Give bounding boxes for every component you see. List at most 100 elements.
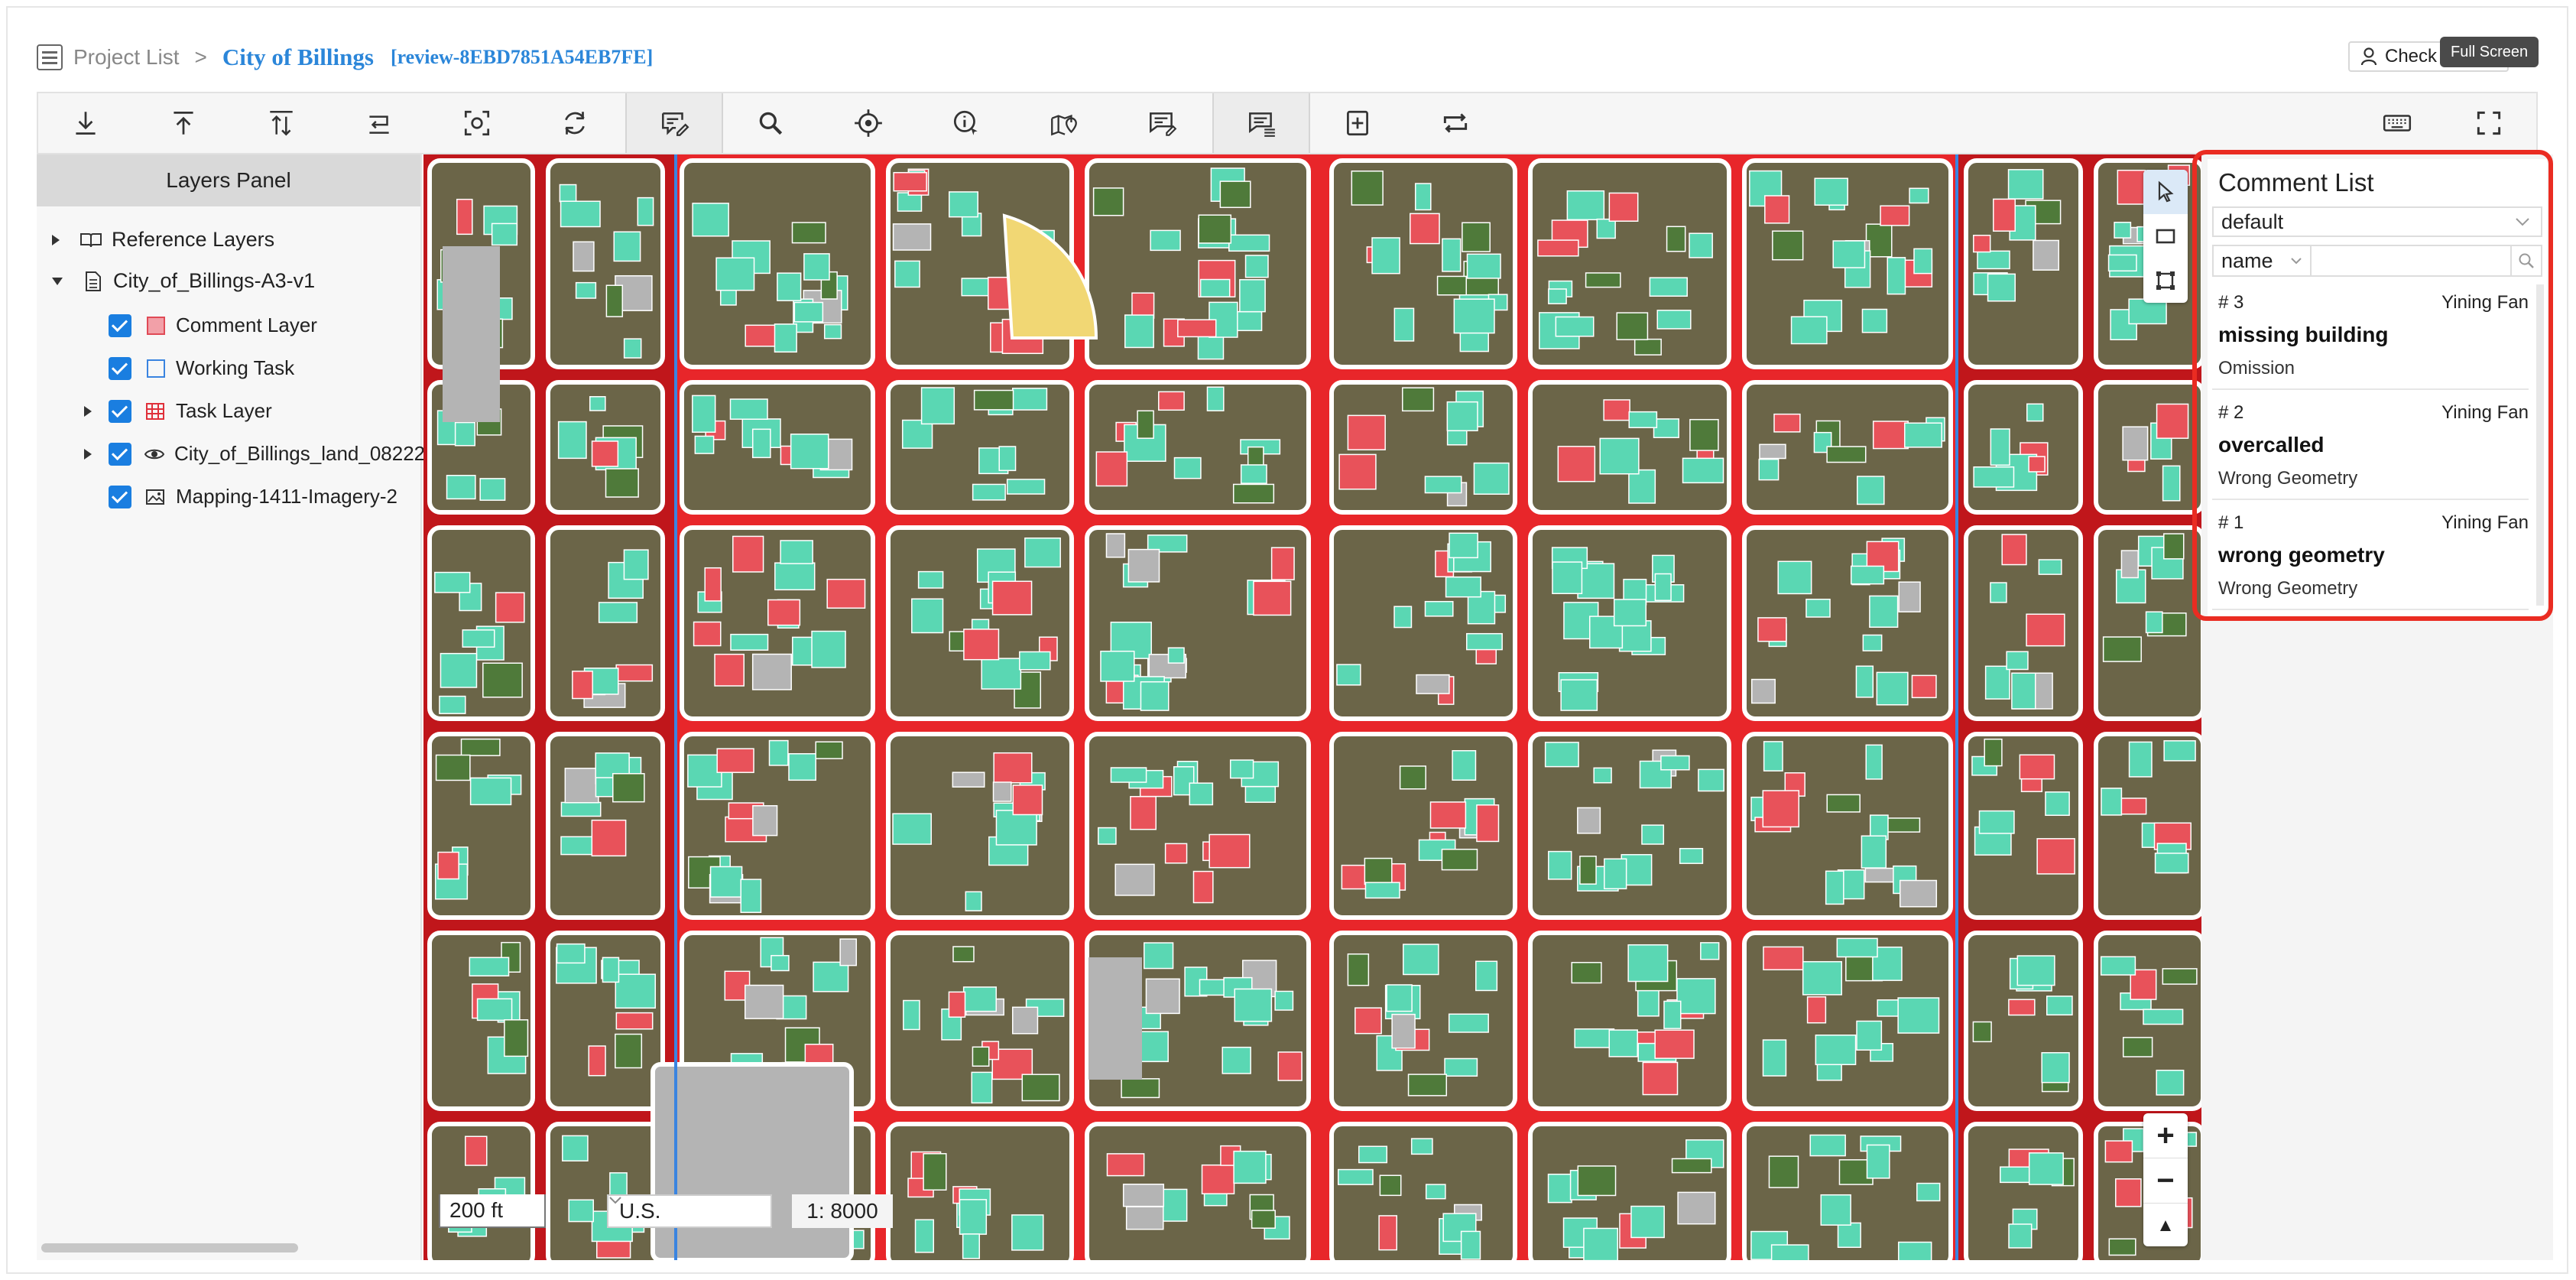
horizontal-scrollbar[interactable]: [41, 1243, 298, 1252]
download-button[interactable]: [38, 93, 133, 153]
map-parcel: [1630, 1205, 1665, 1239]
comment-filter-select[interactable]: default: [2212, 206, 2542, 237]
layer-working-task[interactable]: Working Task: [109, 356, 294, 380]
eye-icon: [144, 449, 165, 459]
expand-arrow-icon[interactable]: [52, 234, 60, 245]
map-parcel: [1358, 1145, 1388, 1164]
fullscreen-button[interactable]: [2441, 93, 2536, 153]
add-box-button[interactable]: [1310, 93, 1405, 153]
map-parcel: [1393, 606, 1413, 629]
upload-download-button[interactable]: [234, 93, 329, 153]
map-parcel: [1880, 205, 1910, 226]
map-parcel: [1466, 632, 1503, 651]
map-parcel: [2117, 169, 2146, 205]
zoom-in-button[interactable]: +: [2143, 1113, 2188, 1158]
map-parcel: [1654, 1029, 1695, 1059]
search-field-select[interactable]: name: [2212, 245, 2312, 277]
map-parcel: [1826, 446, 1867, 463]
map-parcel: [1234, 988, 1273, 1022]
screenshot-button[interactable]: [430, 93, 524, 153]
expand-arrow-icon[interactable]: [84, 448, 92, 460]
map-parcel: [1192, 870, 1214, 904]
keyboard-button[interactable]: [2350, 93, 2445, 153]
compass-button[interactable]: ▲: [2143, 1204, 2188, 1248]
map-view[interactable]: 200 ft U.S. 1: 8000: [423, 154, 2201, 1260]
map-parcel: [1993, 198, 2016, 232]
map-parcel: [1125, 1206, 1164, 1230]
reshape-button[interactable]: [332, 93, 427, 153]
comment-item[interactable]: # 1 Yining Fan wrong geometry Wrong Geom…: [2212, 500, 2529, 610]
map-parcel: [1476, 804, 1500, 843]
map-parcel: [2008, 1223, 2033, 1249]
refresh-button[interactable]: [527, 93, 622, 153]
comment-list-title: Comment List: [2218, 168, 2374, 197]
layer-checkbox[interactable]: [109, 442, 131, 466]
collapse-arrow-icon[interactable]: [52, 277, 63, 285]
map-parcel: [952, 946, 975, 963]
comment-list-button[interactable]: [1212, 93, 1310, 153]
search-button[interactable]: [723, 93, 818, 153]
map-parcel: [1244, 785, 1277, 803]
layer-land[interactable]: City_of_Billings_land_0822202: [84, 442, 447, 466]
map-parcel: [1110, 767, 1147, 783]
map-parcel: [1355, 1007, 1382, 1035]
comment-filter-value: default: [2221, 210, 2284, 233]
comment-search-button[interactable]: [2510, 245, 2542, 277]
map-parcel: [2114, 222, 2132, 239]
layer-group-reference[interactable]: Reference Layers: [52, 228, 274, 252]
map-parcel: [1206, 386, 1225, 411]
map-parcel: [1700, 942, 1720, 960]
layer-task[interactable]: Task Layer: [84, 399, 272, 423]
zoom-out-button[interactable]: −: [2143, 1158, 2188, 1204]
select-tool-button[interactable]: [2143, 170, 2188, 214]
upload-button[interactable]: [136, 93, 231, 153]
map-parcel: [791, 222, 826, 244]
map-parcel: [780, 540, 813, 564]
comment-item[interactable]: # 2 Yining Fan overcalled Wrong Geometry: [2212, 390, 2529, 500]
refresh-icon: [565, 112, 585, 135]
units-select[interactable]: U.S.: [607, 1194, 772, 1228]
map-parcel: [1232, 483, 1275, 504]
breadcrumb-project-list[interactable]: Project List: [73, 45, 180, 70]
map-parcel: [1424, 600, 1454, 617]
locate-button[interactable]: [821, 93, 916, 153]
rectangle-tool-button[interactable]: [2143, 214, 2188, 258]
map-parcel: [729, 398, 768, 420]
screenshot-icon: [464, 110, 490, 136]
map-parcel: [446, 475, 476, 500]
layer-checkbox[interactable]: [109, 356, 131, 380]
map-parcel: [2046, 996, 2073, 1016]
map-parcel: [732, 535, 764, 573]
layer-checkbox[interactable]: [109, 485, 131, 508]
comment-item[interactable]: # 3 Yining Fan missing building Omission: [2212, 280, 2529, 390]
map-parcel: [1660, 755, 1690, 771]
layer-checkbox[interactable]: [109, 314, 131, 337]
layer-checkbox[interactable]: [109, 399, 131, 423]
layer-group-billings[interactable]: City_of_Billings-A3-v1: [52, 269, 315, 293]
project-list-icon[interactable]: [37, 44, 63, 70]
polygon-tool-button[interactable]: [2143, 258, 2188, 303]
map-canvas[interactable]: [423, 154, 2201, 1260]
map-parcel: [2163, 740, 2196, 762]
map-parcel: [1021, 1074, 1060, 1102]
map-parcel: [1770, 1244, 1809, 1260]
comment-edit-button[interactable]: [1114, 93, 1209, 153]
map-parcel: [1913, 248, 1933, 275]
map-parcel: [1916, 1182, 1941, 1202]
expand-arrow-icon[interactable]: [84, 405, 92, 417]
map-parcel: [605, 284, 624, 317]
layer-imagery[interactable]: Mapping-1411-Imagery-2: [109, 485, 397, 508]
map-parcel: [1977, 250, 2010, 270]
info-query-button[interactable]: [919, 93, 1014, 153]
swap-button[interactable]: [1408, 93, 1503, 153]
edit-comment-button[interactable]: [625, 93, 723, 153]
comment-list-scrollbar[interactable]: [2536, 284, 2544, 606]
map-parcel: [826, 578, 866, 609]
map-pin-button[interactable]: [1017, 93, 1111, 153]
map-parcel: [788, 753, 816, 781]
map-parcel: [923, 1153, 947, 1191]
comment-search-input[interactable]: [2312, 245, 2510, 277]
layer-comment[interactable]: Comment Layer: [109, 314, 317, 337]
fullscreen-icon: [2477, 111, 2501, 135]
map-parcel: [1809, 1134, 1846, 1157]
